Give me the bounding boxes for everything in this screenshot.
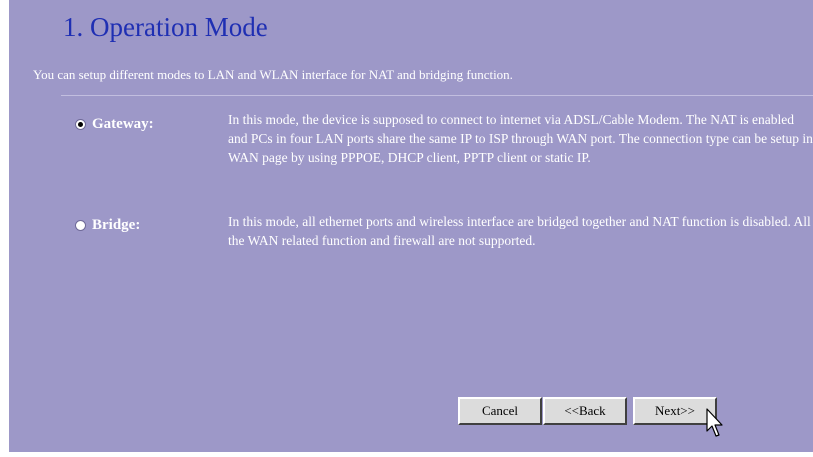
cancel-button[interactable]: Cancel xyxy=(458,397,542,425)
divider xyxy=(61,95,813,96)
bridge-radio-button[interactable] xyxy=(75,220,86,231)
page-title: 1. Operation Mode xyxy=(63,12,268,42)
gateway-radio-button[interactable] xyxy=(75,119,86,130)
gateway-description: In this mode, the device is supposed to … xyxy=(228,112,813,165)
next-button[interactable]: Next>> xyxy=(633,397,717,425)
bridge-label: Bridge: xyxy=(92,217,141,233)
mouse-pointer-icon xyxy=(706,408,723,437)
intro-text: You can setup different modes to LAN and… xyxy=(33,67,513,82)
bridge-description: In this mode, all ethernet ports and wir… xyxy=(228,214,811,248)
bridge-radio-option[interactable]: Bridge: xyxy=(75,217,140,234)
back-button[interactable]: <<Back xyxy=(543,397,627,425)
gateway-radio-option[interactable]: Gateway: xyxy=(75,116,154,133)
operation-mode-panel: 1. Operation Mode You can setup differen… xyxy=(9,0,813,452)
gateway-label: Gateway: xyxy=(92,116,154,132)
